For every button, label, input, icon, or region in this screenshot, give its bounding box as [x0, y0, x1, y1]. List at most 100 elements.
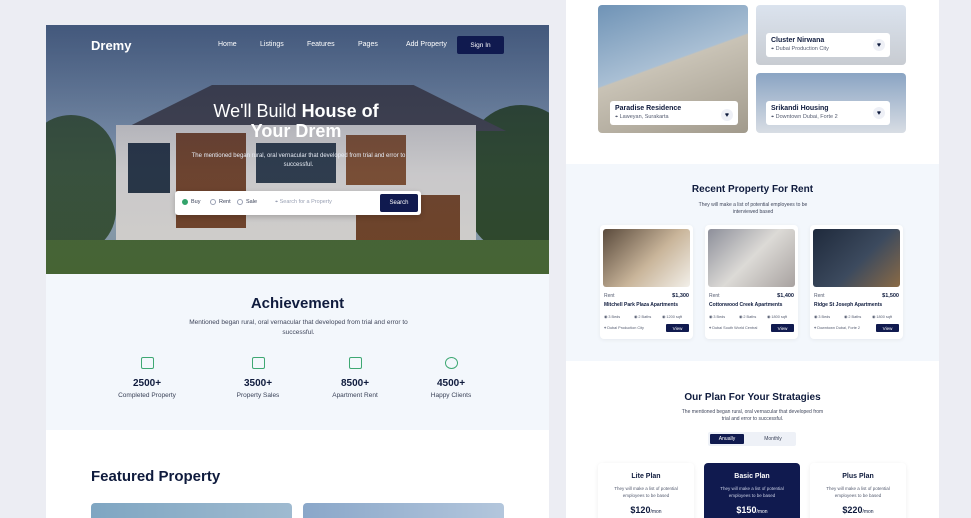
plan-name: Lite Plan: [631, 473, 661, 480]
rent-section: Recent Property For Rent They will make …: [566, 164, 939, 361]
featured-title: Featured Property: [91, 468, 221, 485]
property-location: ⌖ Downtown Dubai, Forte 2: [771, 114, 885, 121]
hero-title-light: We'll Build: [213, 101, 297, 121]
plan-card-featured[interactable]: Basic Plan They will make a list of pote…: [704, 463, 800, 518]
heart-icon[interactable]: ♥: [873, 107, 885, 119]
stat-value: 3500+: [243, 378, 273, 389]
radio-checked-icon: [182, 199, 188, 205]
achievement-section: Achievement Mentioned began rural, oral …: [46, 274, 549, 430]
listing-location: ⌖ Downtown Dubai, Forte 2: [814, 326, 860, 330]
area-size: ◉ 1800 sqft: [767, 314, 787, 319]
search-placeholder: Search for a Property: [279, 199, 332, 205]
plan-desc: They will make a list of potential emplo…: [614, 486, 678, 498]
stat-value: 8500+: [340, 378, 370, 389]
nav-add-property[interactable]: Add Property: [406, 41, 447, 48]
beds-count: ◉ 3 Beds: [604, 314, 620, 319]
radio-unchecked-icon: [210, 199, 216, 205]
feature-text: 3 Beds: [608, 315, 621, 319]
smile-icon: [444, 357, 458, 369]
listing-location: ⌖ Dubai Production City: [604, 326, 644, 330]
search-button[interactable]: Search: [380, 194, 418, 212]
plan-desc: They will make a list of potential emplo…: [826, 486, 890, 498]
listing-type: Rent: [604, 293, 615, 299]
plan-card[interactable]: Lite Plan They will make a list of poten…: [598, 463, 694, 518]
location-text: Downtown Dubai, Forte 2: [817, 326, 861, 330]
house-icon: [251, 357, 265, 369]
feature-text: 3 Beds: [818, 315, 831, 319]
hero-overlay: [46, 25, 549, 274]
heart-icon[interactable]: ♥: [873, 39, 885, 51]
area-size: ◉ 1200 sqft: [662, 314, 682, 319]
plan-price: $220/mon: [810, 505, 906, 515]
toggle-annually[interactable]: Anually: [710, 434, 744, 444]
hero-subtitle: The mentioned began rural, oral vernacul…: [191, 153, 406, 168]
radio-label: Rent: [219, 199, 231, 205]
listing-name: Ridge St Joseph Apartments: [814, 302, 883, 308]
stat-item: 2500+ Completed Property: [102, 357, 192, 399]
baths-count: ◉ 2 Baths: [634, 314, 651, 319]
view-button[interactable]: View: [771, 324, 794, 332]
plans-title: Our Plan For Your Stratagies: [684, 392, 821, 403]
nav-listings[interactable]: Listings: [260, 41, 284, 48]
hero-title: We'll Build House of Your Drem: [146, 101, 446, 141]
property-card[interactable]: Cluster Nirwana ⌖ Dubai Production City …: [756, 5, 906, 65]
sign-in-button[interactable]: Sign In: [457, 36, 504, 54]
property-image: [708, 229, 795, 287]
location-text: Dubai South World Central: [712, 326, 758, 330]
stat-value: 2500+: [132, 378, 162, 389]
property-tag: Cluster Nirwana ⌖ Dubai Production City …: [766, 33, 890, 57]
price-value: $120: [630, 505, 651, 515]
featured-card-image[interactable]: [303, 503, 504, 518]
radio-unchecked-icon: [237, 199, 243, 205]
billing-toggle: Anually Monthly: [708, 432, 796, 446]
listing-page-preview: Paradise Residence ⌖ Laweyan, Surakarta …: [566, 0, 939, 518]
property-card[interactable]: Srikandi Housing ⌖ Downtown Dubai, Forte…: [756, 73, 906, 133]
view-button[interactable]: View: [876, 324, 899, 332]
location-text: Dubai Production City: [775, 46, 829, 52]
plan-name: Basic Plan: [734, 473, 770, 480]
location-text: Downtown Dubai, Forte 2: [775, 114, 838, 120]
brand-logo[interactable]: Dremy: [91, 38, 131, 53]
stat-label: Happy Clients: [430, 392, 472, 399]
stat-label: Property Sales: [236, 392, 280, 399]
rent-card[interactable]: Rent $1,300 Mitchell Park Plaza Apartmen…: [600, 225, 693, 339]
view-button[interactable]: View: [666, 324, 689, 332]
property-image: [603, 229, 690, 287]
search-input[interactable]: ⌖ Search for a Property: [275, 199, 332, 206]
stat-item: 8500+ Apartment Rent: [310, 357, 400, 399]
listing-type: Rent: [709, 293, 720, 299]
property-location: ⌖ Laweyan, Surakarta: [615, 114, 733, 121]
hero-title-line2: Your Drem: [250, 121, 342, 141]
location-pin-icon: ⌖: [275, 199, 279, 205]
feature-text: 2 Baths: [743, 315, 757, 319]
radio-label: Buy: [191, 199, 201, 205]
feature-text: 2 Baths: [638, 315, 652, 319]
stat-item: 3500+ Property Sales: [213, 357, 303, 399]
nav-pages[interactable]: Pages: [358, 41, 378, 48]
nav-home[interactable]: Home: [218, 41, 237, 48]
heart-icon[interactable]: ♥: [721, 109, 733, 121]
property-card[interactable]: Paradise Residence ⌖ Laweyan, Surakarta …: [598, 5, 748, 133]
rent-card[interactable]: Rent $1,500 Ridge St Joseph Apartments ◉…: [810, 225, 903, 339]
property-location: ⌖ Dubai Production City: [771, 46, 885, 53]
radio-rent[interactable]: Rent: [210, 199, 231, 205]
plan-card[interactable]: Plus Plan They will make a list of poten…: [810, 463, 906, 518]
beds-count: ◉ 3 Beds: [709, 314, 725, 319]
radio-buy[interactable]: Buy: [182, 199, 200, 205]
toggle-monthly[interactable]: Monthly: [756, 434, 790, 444]
hero-section: Dremy Home Listings Features Pages Add P…: [46, 25, 549, 274]
stat-item: 4500+ Happy Clients: [406, 357, 496, 399]
rent-card[interactable]: Rent $1,400 Cottonwood Creek Apartments …: [705, 225, 798, 339]
price-period: /mon: [756, 509, 768, 515]
nav-features[interactable]: Features: [307, 41, 335, 48]
area-size: ◉ 1800 sqft: [872, 314, 892, 319]
location-text: Laweyan, Surakarta: [619, 114, 669, 120]
rent-title: Recent Property For Rent: [691, 184, 814, 195]
property-search-bar: Buy Rent Sale ⌖ Search for a Property Se…: [175, 191, 421, 215]
radio-label: Sale: [246, 199, 258, 205]
feature-text: 1800 sqft: [876, 315, 892, 319]
price-value: $150: [736, 505, 757, 515]
radio-sale[interactable]: Sale: [237, 199, 257, 205]
feature-text: 1800 sqft: [771, 315, 787, 319]
featured-card-image[interactable]: [91, 503, 292, 518]
